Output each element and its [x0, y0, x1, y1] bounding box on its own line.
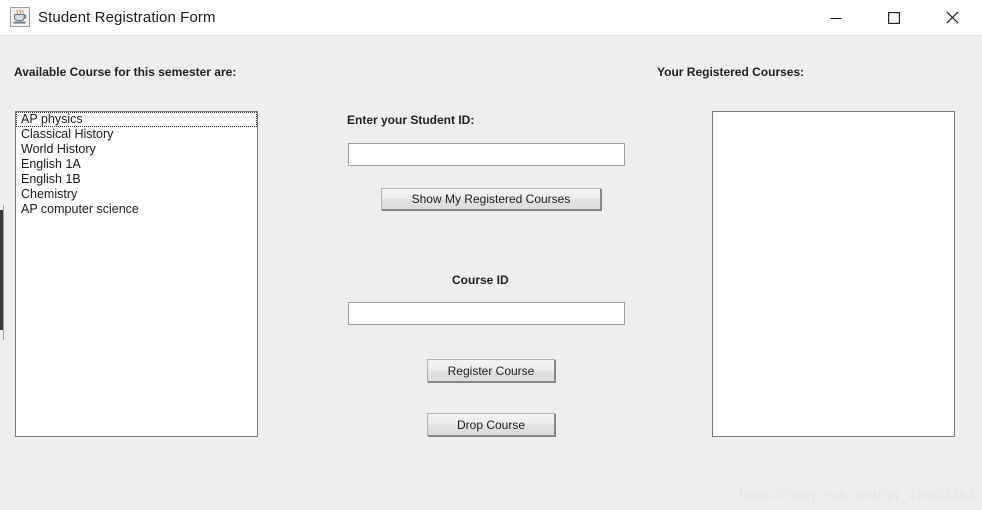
list-item[interactable]: Classical History	[16, 127, 257, 142]
course-id-label: Course ID	[452, 273, 509, 287]
registered-courses-list[interactable]	[712, 111, 955, 437]
close-button[interactable]	[929, 0, 975, 35]
list-item[interactable]: AP physics	[16, 112, 257, 127]
window-left-edge-line	[3, 205, 4, 340]
list-item[interactable]: AP computer science	[16, 202, 257, 217]
minimize-icon	[830, 17, 842, 19]
close-icon	[945, 11, 959, 24]
title-bar: Student Registration Form	[0, 0, 982, 36]
list-item[interactable]: World History	[16, 142, 257, 157]
list-item[interactable]: Chemistry	[16, 187, 257, 202]
maximize-icon	[888, 11, 900, 24]
window-title: Student Registration Form	[38, 9, 216, 26]
available-courses-list[interactable]: AP physics Classical History World History…	[15, 111, 258, 437]
registered-courses-label: Your Registered Courses:	[657, 65, 805, 79]
drop-course-button[interactable]: Drop Course	[427, 413, 555, 436]
watermark-text: https://blog.csdn.net/qq_42662283	[739, 487, 976, 504]
application-window: Student Registration Form Available Cour…	[0, 0, 982, 510]
course-id-input[interactable]	[348, 302, 625, 325]
student-id-label: Enter your Student ID:	[347, 113, 475, 127]
maximize-button[interactable]	[871, 0, 917, 35]
list-item[interactable]: English 1A	[16, 157, 257, 172]
show-my-registered-courses-button[interactable]: Show My Registered Courses	[381, 188, 601, 210]
student-id-input[interactable]	[348, 143, 625, 166]
available-courses-label: Available Course for this semester are:	[14, 65, 237, 79]
java-coffee-cup-icon	[9, 6, 31, 28]
list-item[interactable]: English 1B	[16, 172, 257, 187]
minimize-button[interactable]	[813, 0, 859, 35]
register-course-button[interactable]: Register Course	[427, 359, 555, 382]
